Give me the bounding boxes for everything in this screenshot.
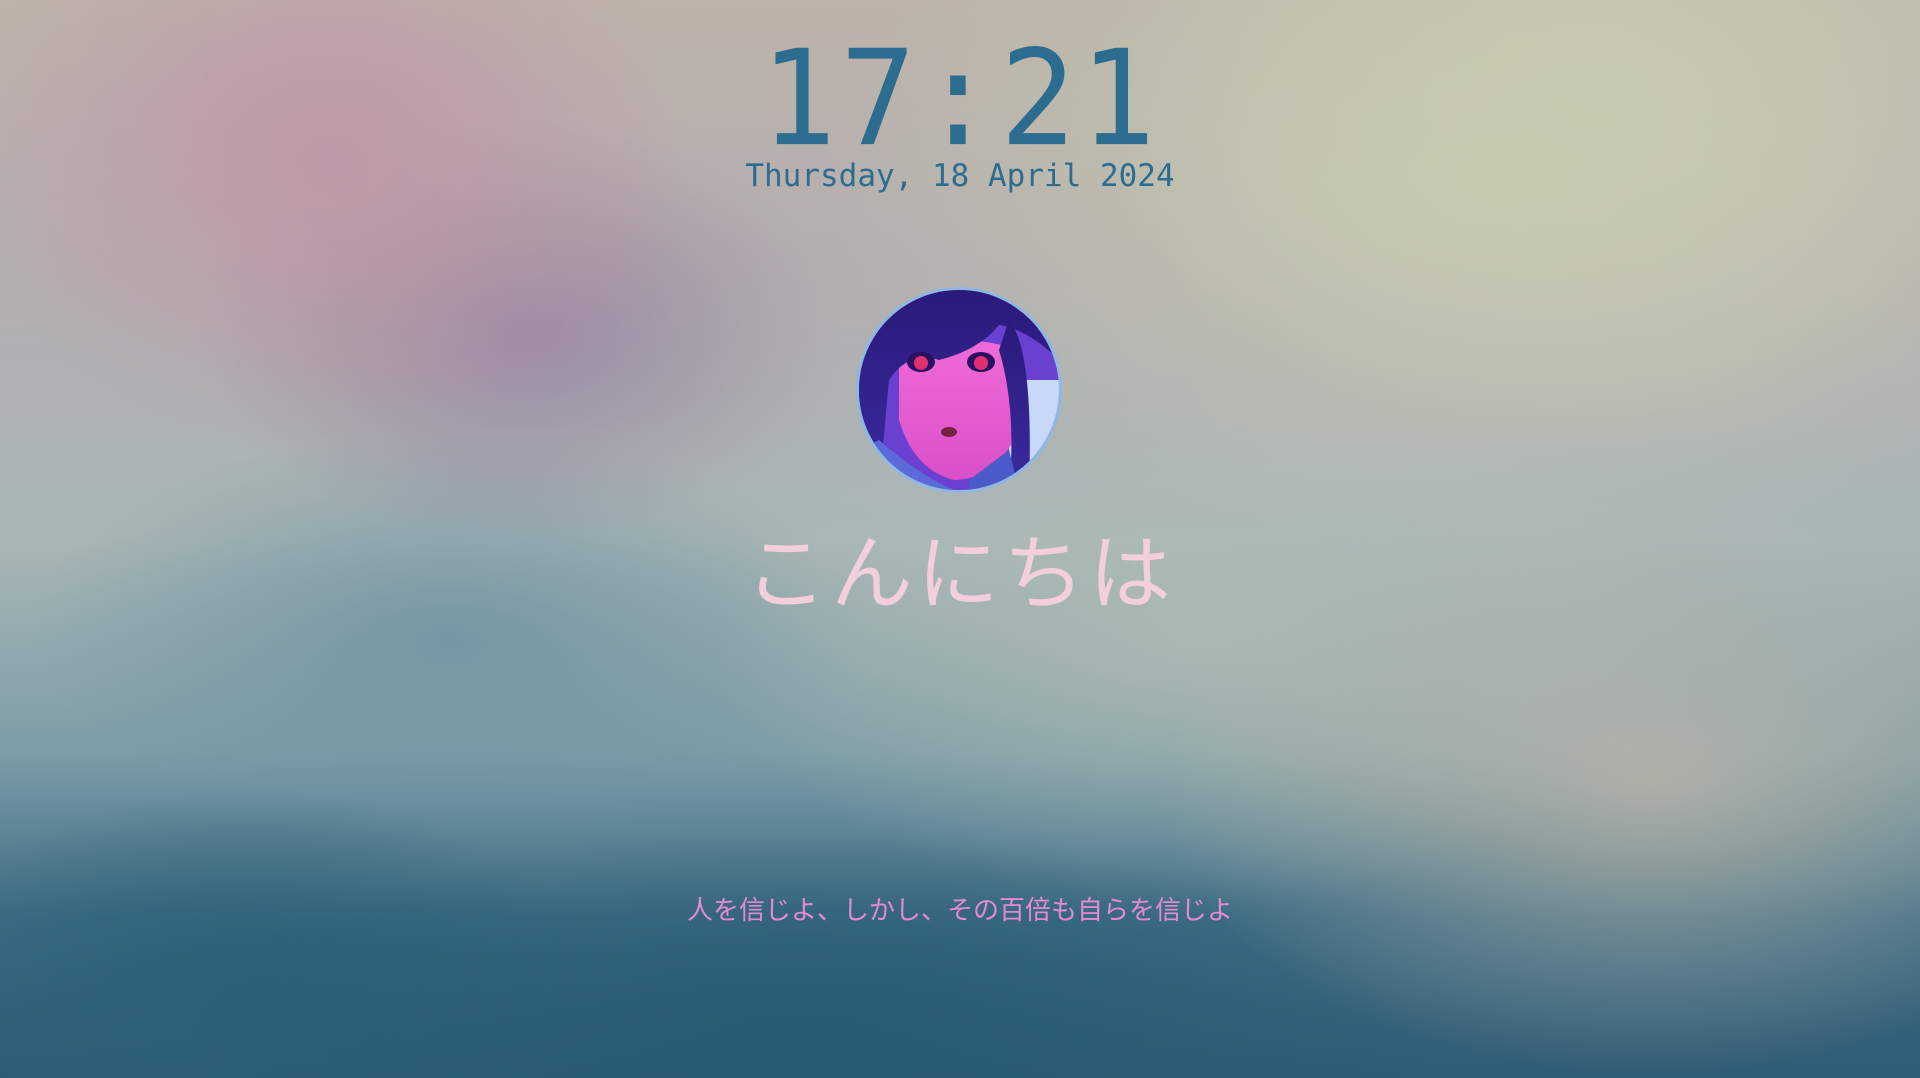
user-avatar[interactable] [856,287,1062,493]
avatar-portrait-icon [859,290,1059,490]
clock-time: 17:21 [760,21,1160,176]
greeting-text: こんにちは [744,527,1175,622]
quote-text: 人を信じよ、しかし、その百倍も自らを信じよ [686,896,1233,926]
clock-date: Thursday, 18 April 2024 [745,158,1175,194]
